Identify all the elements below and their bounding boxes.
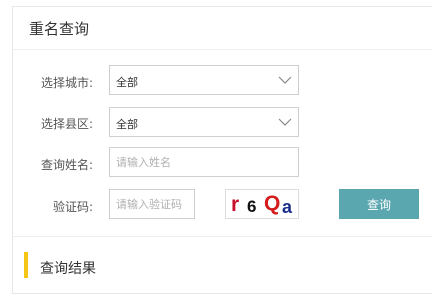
captcha-image[interactable]: r 6 Q a	[225, 189, 299, 219]
chevron-down-icon	[278, 118, 292, 126]
county-select-value: 全部	[116, 118, 138, 131]
panel-header: 重名查询	[13, 7, 432, 50]
captcha-label: 验证码:	[52, 200, 93, 214]
captcha-input[interactable]	[109, 189, 195, 219]
captcha-char: 6	[247, 197, 257, 216]
captcha-char: r	[231, 193, 240, 216]
name-input[interactable]	[109, 147, 299, 177]
name-label: 查询姓名:	[40, 158, 93, 172]
query-button[interactable]: 查询	[339, 189, 419, 219]
city-select-value: 全部	[116, 76, 138, 89]
chevron-down-icon	[278, 76, 292, 84]
city-label: 选择城市:	[40, 76, 93, 90]
county-select[interactable]: 全部	[109, 107, 299, 137]
county-label: 选择县区:	[40, 117, 93, 131]
city-select[interactable]: 全部	[109, 65, 299, 95]
captcha-char: a	[282, 197, 293, 217]
result-title: 查询结果	[40, 261, 96, 277]
captcha-char: Q	[264, 192, 281, 215]
panel-title: 重名查询	[29, 20, 90, 38]
result-accent-bar	[24, 252, 28, 278]
